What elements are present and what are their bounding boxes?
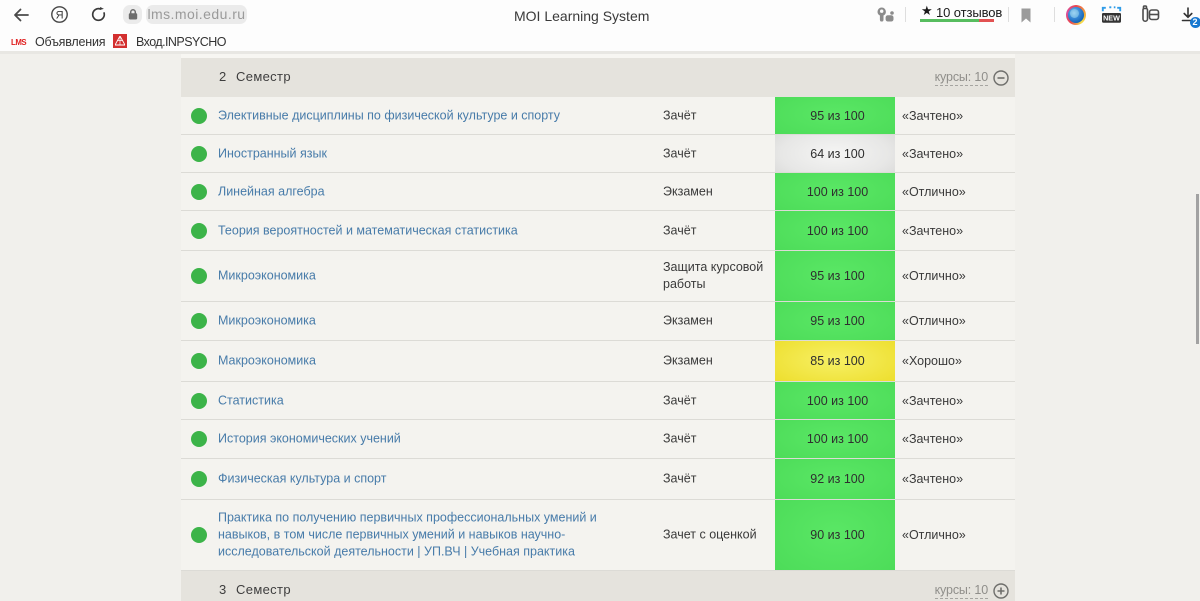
svg-text:NEW: NEW bbox=[1103, 14, 1120, 23]
svg-text:Я: Я bbox=[56, 10, 64, 22]
